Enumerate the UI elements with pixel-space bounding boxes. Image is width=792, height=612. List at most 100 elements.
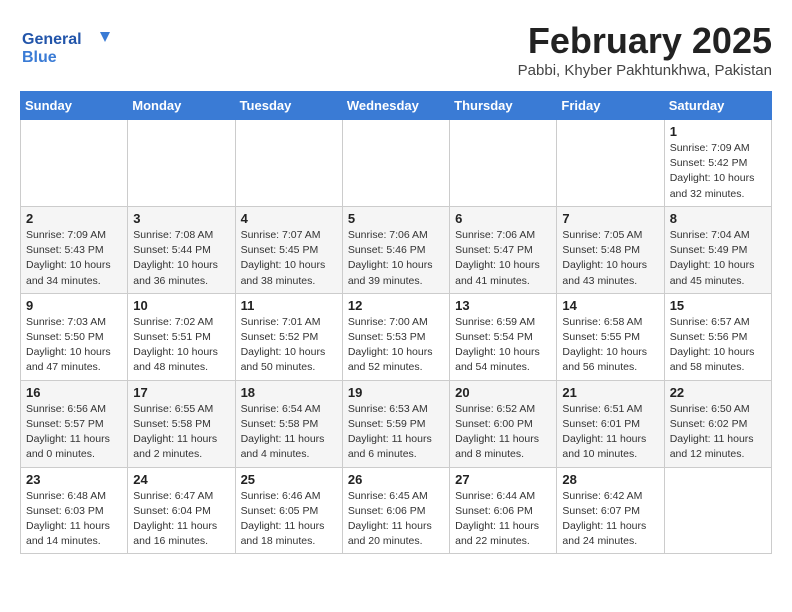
day-info: Sunrise: 6:47 AM Sunset: 6:04 PM Dayligh…: [133, 489, 229, 550]
calendar-week-4: 16 Sunrise: 6:56 AM Sunset: 5:57 PM Dayli…: [21, 380, 772, 467]
day-info: Sunrise: 7:09 AM Sunset: 5:42 PM Dayligh…: [670, 141, 766, 202]
calendar-cell: 13Sunrise: 6:59 AM Sunset: 5:54 PM Dayli…: [450, 293, 557, 380]
day-number: 5: [348, 211, 444, 226]
calendar-table: SundayMondayTuesdayWednesdayThursdayFrid…: [20, 91, 772, 554]
calendar-cell: 28 Sunrise: 6:42 AM Sunset: 6:07 PM Dayli…: [557, 467, 664, 554]
calendar-cell: 22 Sunrise: 6:50 AM Sunset: 6:02 PM Dayli…: [664, 380, 771, 467]
calendar-cell: 3 Sunrise: 7:08 AM Sunset: 5:44 PM Daylig…: [128, 206, 235, 293]
weekday-header-saturday: Saturday: [664, 92, 771, 120]
calendar-cell: 21Sunrise: 6:51 AM Sunset: 6:01 PM Dayli…: [557, 380, 664, 467]
calendar-week-3: 9Sunrise: 7:03 AM Sunset: 5:50 PM Daylig…: [21, 293, 772, 380]
weekday-header-sunday: Sunday: [21, 92, 128, 120]
day-info: Sunrise: 7:08 AM Sunset: 5:44 PM Dayligh…: [133, 228, 229, 289]
calendar-cell: [21, 120, 128, 207]
day-info: Sunrise: 7:04 AM Sunset: 5:49 PM Dayligh…: [670, 228, 766, 289]
calendar-header-row: SundayMondayTuesdayWednesdayThursdayFrid…: [21, 92, 772, 120]
day-info: Sunrise: 6:44 AM Sunset: 6:06 PM Dayligh…: [455, 489, 551, 550]
logo: General Blue: [20, 24, 110, 68]
day-number: 2: [26, 211, 122, 226]
day-info: Sunrise: 6:56 AM Sunset: 5:57 PM Dayligh…: [26, 402, 122, 463]
day-number: 28: [562, 472, 658, 487]
day-info: Sunrise: 7:03 AM Sunset: 5:50 PM Dayligh…: [26, 315, 122, 376]
day-info: Sunrise: 7:06 AM Sunset: 5:47 PM Dayligh…: [455, 228, 551, 289]
day-number: 10: [133, 298, 229, 313]
calendar-cell: 20 Sunrise: 6:52 AM Sunset: 6:00 PM Dayli…: [450, 380, 557, 467]
calendar-cell: [128, 120, 235, 207]
day-number: 13: [455, 298, 551, 313]
day-info: Sunrise: 7:07 AM Sunset: 5:45 PM Dayligh…: [241, 228, 337, 289]
calendar-week-5: 23 Sunrise: 6:48 AM Sunset: 6:03 PM Dayli…: [21, 467, 772, 554]
day-number: 18: [241, 385, 337, 400]
svg-text:General: General: [22, 31, 82, 48]
day-number: 25: [241, 472, 337, 487]
day-number: 17: [133, 385, 229, 400]
day-info: Sunrise: 7:00 AM Sunset: 5:53 PM Dayligh…: [348, 315, 444, 376]
calendar-cell: 7 Sunrise: 7:05 AM Sunset: 5:48 PM Daylig…: [557, 206, 664, 293]
calendar-cell: 19 Sunrise: 6:53 AM Sunset: 5:59 PM Dayli…: [342, 380, 449, 467]
calendar-cell: [450, 120, 557, 207]
day-info: Sunrise: 6:53 AM Sunset: 5:59 PM Dayligh…: [348, 402, 444, 463]
day-number: 24: [133, 472, 229, 487]
day-number: 15: [670, 298, 766, 313]
calendar-cell: 12 Sunrise: 7:00 AM Sunset: 5:53 PM Dayli…: [342, 293, 449, 380]
day-number: 6: [455, 211, 551, 226]
day-info: Sunrise: 6:54 AM Sunset: 5:58 PM Dayligh…: [241, 402, 337, 463]
day-number: 3: [133, 211, 229, 226]
day-number: 1: [670, 124, 766, 139]
day-info: Sunrise: 6:57 AM Sunset: 5:56 PM Dayligh…: [670, 315, 766, 376]
calendar-cell: 8 Sunrise: 7:04 AM Sunset: 5:49 PM Daylig…: [664, 206, 771, 293]
page-header: General Blue February 2025 Pabbi, Khyber…: [20, 20, 772, 83]
calendar-week-2: 2 Sunrise: 7:09 AM Sunset: 5:43 PM Daylig…: [21, 206, 772, 293]
calendar-cell: 11Sunrise: 7:01 AM Sunset: 5:52 PM Dayli…: [235, 293, 342, 380]
calendar-cell: 9Sunrise: 7:03 AM Sunset: 5:50 PM Daylig…: [21, 293, 128, 380]
logo-svg: General Blue: [20, 24, 110, 68]
calendar-cell: 14 Sunrise: 6:58 AM Sunset: 5:55 PM Dayli…: [557, 293, 664, 380]
calendar-cell: 26 Sunrise: 6:45 AM Sunset: 6:06 PM Dayli…: [342, 467, 449, 554]
day-info: Sunrise: 6:52 AM Sunset: 6:00 PM Dayligh…: [455, 402, 551, 463]
calendar-cell: [664, 467, 771, 554]
day-info: Sunrise: 6:51 AM Sunset: 6:01 PM Dayligh…: [562, 402, 658, 463]
day-info: Sunrise: 6:48 AM Sunset: 6:03 PM Dayligh…: [26, 489, 122, 550]
day-info: Sunrise: 7:02 AM Sunset: 5:51 PM Dayligh…: [133, 315, 229, 376]
day-info: Sunrise: 7:05 AM Sunset: 5:48 PM Dayligh…: [562, 228, 658, 289]
calendar-cell: 23 Sunrise: 6:48 AM Sunset: 6:03 PM Dayli…: [21, 467, 128, 554]
calendar-cell: 18 Sunrise: 6:54 AM Sunset: 5:58 PM Dayli…: [235, 380, 342, 467]
day-number: 16: [26, 385, 122, 400]
calendar-cell: 24 Sunrise: 6:47 AM Sunset: 6:04 PM Dayli…: [128, 467, 235, 554]
day-number: 8: [670, 211, 766, 226]
day-number: 27: [455, 472, 551, 487]
calendar-cell: 10 Sunrise: 7:02 AM Sunset: 5:51 PM Dayli…: [128, 293, 235, 380]
day-info: Sunrise: 6:46 AM Sunset: 6:05 PM Dayligh…: [241, 489, 337, 550]
day-number: 20: [455, 385, 551, 400]
day-number: 26: [348, 472, 444, 487]
day-info: Sunrise: 6:42 AM Sunset: 6:07 PM Dayligh…: [562, 489, 658, 550]
calendar-cell: 17Sunrise: 6:55 AM Sunset: 5:58 PM Dayli…: [128, 380, 235, 467]
calendar-cell: [342, 120, 449, 207]
calendar-cell: 16 Sunrise: 6:56 AM Sunset: 5:57 PM Dayli…: [21, 380, 128, 467]
day-number: 19: [348, 385, 444, 400]
svg-text:Blue: Blue: [22, 49, 57, 66]
calendar-cell: 6 Sunrise: 7:06 AM Sunset: 5:47 PM Daylig…: [450, 206, 557, 293]
calendar-cell: 4 Sunrise: 7:07 AM Sunset: 5:45 PM Daylig…: [235, 206, 342, 293]
day-number: 14: [562, 298, 658, 313]
day-number: 12: [348, 298, 444, 313]
calendar-cell: 2 Sunrise: 7:09 AM Sunset: 5:43 PM Daylig…: [21, 206, 128, 293]
day-number: 7: [562, 211, 658, 226]
day-number: 11: [241, 298, 337, 313]
day-info: Sunrise: 6:50 AM Sunset: 6:02 PM Dayligh…: [670, 402, 766, 463]
day-number: 23: [26, 472, 122, 487]
location-subtitle: Pabbi, Khyber Pakhtunkhwa, Pakistan: [20, 62, 772, 79]
day-info: Sunrise: 7:09 AM Sunset: 5:43 PM Dayligh…: [26, 228, 122, 289]
calendar-cell: [557, 120, 664, 207]
day-number: 4: [241, 211, 337, 226]
day-info: Sunrise: 6:58 AM Sunset: 5:55 PM Dayligh…: [562, 315, 658, 376]
calendar-cell: 1 Sunrise: 7:09 AM Sunset: 5:42 PM Daylig…: [664, 120, 771, 207]
day-info: Sunrise: 6:45 AM Sunset: 6:06 PM Dayligh…: [348, 489, 444, 550]
day-number: 22: [670, 385, 766, 400]
weekday-header-monday: Monday: [128, 92, 235, 120]
calendar-cell: 15 Sunrise: 6:57 AM Sunset: 5:56 PM Dayli…: [664, 293, 771, 380]
weekday-header-tuesday: Tuesday: [235, 92, 342, 120]
calendar-cell: 27 Sunrise: 6:44 AM Sunset: 6:06 PM Dayli…: [450, 467, 557, 554]
calendar-header: February 2025 Pabbi, Khyber Pakhtunkhwa,…: [20, 20, 772, 79]
month-year-title: February 2025: [20, 20, 772, 62]
